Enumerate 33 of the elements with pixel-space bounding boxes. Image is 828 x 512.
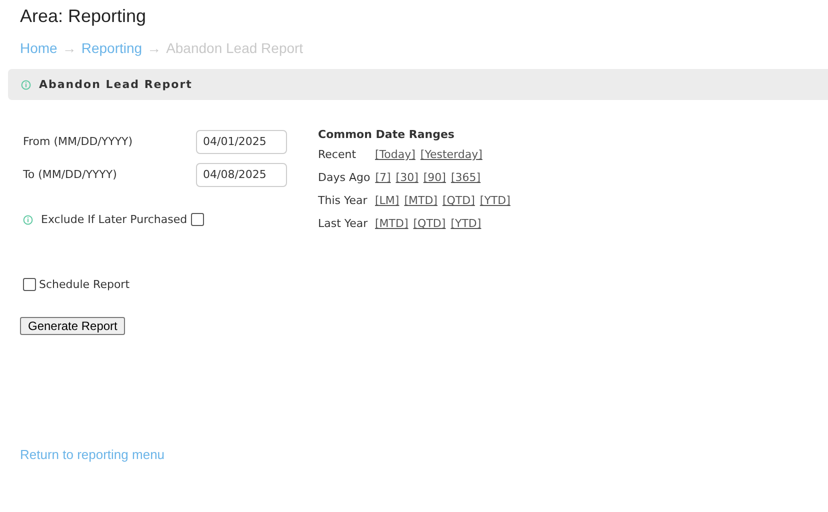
info-icon: [21, 80, 31, 90]
field-label: From (MM/DD/YYYY): [23, 135, 134, 148]
range-link[interactable]: [MTD]: [404, 194, 438, 217]
checkbox-label: Schedule Report: [39, 278, 130, 291]
breadcrumb-separator: →: [62, 40, 76, 58]
section-title: Common Date Ranges: [318, 128, 456, 143]
range-link[interactable]: [LM]: [375, 194, 400, 217]
range-label: Last Year: [318, 217, 369, 232]
range-link[interactable]: [Today]: [375, 148, 416, 171]
range-link[interactable]: [365]: [450, 171, 481, 194]
range-label: Days Ago: [318, 171, 370, 186]
field-label: To (MM/DD/YYYY): [23, 168, 118, 181]
range-link[interactable]: [90]: [423, 171, 446, 194]
range-link[interactable]: [QTD]: [413, 217, 446, 240]
range-label: Recent: [318, 148, 358, 163]
range-link[interactable]: [30]: [396, 171, 418, 194]
page-title: Area: Reporting: [19, 5, 148, 28]
breadcrumb-separator: →: [147, 40, 162, 58]
range-link[interactable]: [7]: [375, 171, 391, 194]
checkbox[interactable]: [23, 278, 36, 291]
range-link[interactable]: [Yesterday]: [420, 148, 482, 171]
range-link[interactable]: [YTD]: [480, 194, 510, 217]
date-field[interactable]: 04/08/2025: [196, 162, 287, 186]
range-link[interactable]: [QTD]: [442, 194, 475, 217]
range-label: This Year: [318, 194, 368, 209]
generate-button[interactable]: Generate Report: [20, 317, 126, 335]
checkbox[interactable]: [191, 213, 204, 226]
date-field[interactable]: 04/01/2025: [196, 130, 287, 154]
range-link[interactable]: [MTD]: [375, 217, 408, 240]
checkbox-label: Exclude If Later Purchased: [41, 213, 188, 226]
panel-title: Abandon Lead Report: [39, 78, 192, 91]
range-link[interactable]: [YTD]: [450, 217, 482, 240]
info-icon: [23, 214, 33, 224]
